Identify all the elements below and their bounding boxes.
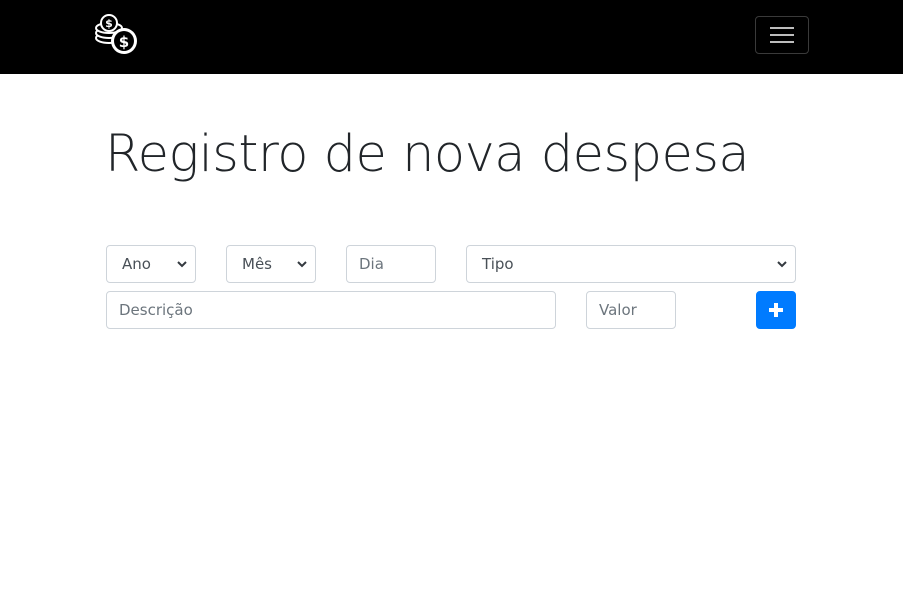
plus-icon	[769, 303, 783, 317]
chevron-down-icon	[297, 260, 307, 267]
mes-select[interactable]: Mês	[226, 245, 316, 283]
hamburger-menu-icon	[770, 27, 794, 43]
page-title: Registro de nova despesa	[105, 125, 750, 184]
ano-select[interactable]: Ano	[106, 245, 196, 283]
mes-select-value: Mês	[242, 255, 272, 273]
tipo-select-value: Tipo	[482, 255, 514, 273]
descricao-input[interactable]	[106, 291, 556, 329]
svg-text:$: $	[105, 17, 113, 30]
navbar: $ $	[0, 0, 903, 74]
add-expense-button[interactable]	[756, 291, 796, 329]
chevron-down-icon	[777, 260, 787, 267]
ano-select-value: Ano	[122, 255, 151, 273]
valor-input[interactable]	[586, 291, 676, 329]
coins-dollar-icon[interactable]: $ $	[94, 14, 138, 56]
svg-text:$: $	[119, 33, 129, 51]
navbar-toggler-button[interactable]	[755, 16, 809, 54]
chevron-down-icon	[177, 260, 187, 267]
dia-input[interactable]	[346, 245, 436, 283]
tipo-select[interactable]: Tipo	[466, 245, 796, 283]
